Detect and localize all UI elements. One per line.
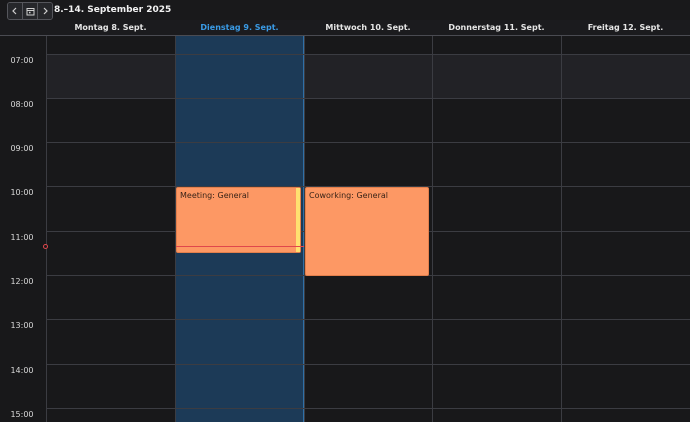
day-header-monday[interactable]: Montag 8. Sept. bbox=[46, 20, 175, 35]
calendar-icon bbox=[26, 7, 34, 15]
hour-label: 14:00 bbox=[10, 366, 34, 375]
day-header-tuesday[interactable]: Dienstag 9. Sept. bbox=[175, 20, 304, 35]
hour-divider bbox=[46, 364, 690, 365]
hour-divider bbox=[46, 54, 690, 55]
navigation-button-group bbox=[7, 2, 53, 20]
hour-divider bbox=[46, 98, 690, 99]
chevron-left-icon bbox=[12, 7, 17, 15]
next-week-button[interactable] bbox=[38, 3, 52, 19]
day-column-divider bbox=[561, 20, 562, 422]
today-button[interactable] bbox=[23, 3, 38, 19]
hour-divider bbox=[46, 319, 690, 320]
hour-label: 13:00 bbox=[10, 321, 34, 330]
current-time-dot bbox=[43, 244, 48, 249]
hour-label: 08:00 bbox=[10, 100, 34, 109]
toolbar: 8.–14. September 2025 bbox=[0, 0, 690, 20]
all-day-row[interactable] bbox=[46, 54, 690, 98]
chevron-right-icon bbox=[43, 7, 48, 15]
hour-label: 15:00 bbox=[10, 410, 34, 419]
event-title: Meeting: General bbox=[180, 191, 250, 200]
day-header-friday[interactable]: Freitag 12. Sept. bbox=[561, 20, 690, 35]
day-header-wednesday[interactable]: Mittwoch 10. Sept. bbox=[304, 20, 432, 35]
day-column-divider bbox=[432, 20, 433, 422]
hour-label: 12:00 bbox=[10, 277, 34, 286]
hour-label: 11:00 bbox=[10, 233, 34, 242]
week-calendar-grid: 07:00 08:00 09:00 10:00 11:00 12:00 13:00 14:00… bbox=[0, 20, 690, 422]
previous-week-button[interactable] bbox=[8, 3, 23, 19]
event-overlap-marker bbox=[296, 188, 300, 252]
event-coworking-general[interactable]: Coworking: General bbox=[305, 187, 429, 276]
current-time-line bbox=[176, 246, 304, 247]
date-range-label: 8.–14. September 2025 bbox=[54, 5, 172, 15]
hour-divider bbox=[46, 408, 690, 409]
day-header-thursday[interactable]: Donnerstag 11. Sept. bbox=[432, 20, 561, 35]
hour-label: 10:00 bbox=[10, 188, 34, 197]
hour-divider bbox=[46, 142, 690, 143]
time-gutter bbox=[0, 20, 47, 422]
event-meeting-general[interactable]: Meeting: General bbox=[176, 187, 301, 253]
hour-label: 09:00 bbox=[10, 144, 34, 153]
hour-label: 07:00 bbox=[10, 56, 34, 65]
day-header-row: Montag 8. Sept. Dienstag 9. Sept. Mittwo… bbox=[0, 20, 690, 36]
event-title: Coworking: General bbox=[309, 191, 388, 200]
